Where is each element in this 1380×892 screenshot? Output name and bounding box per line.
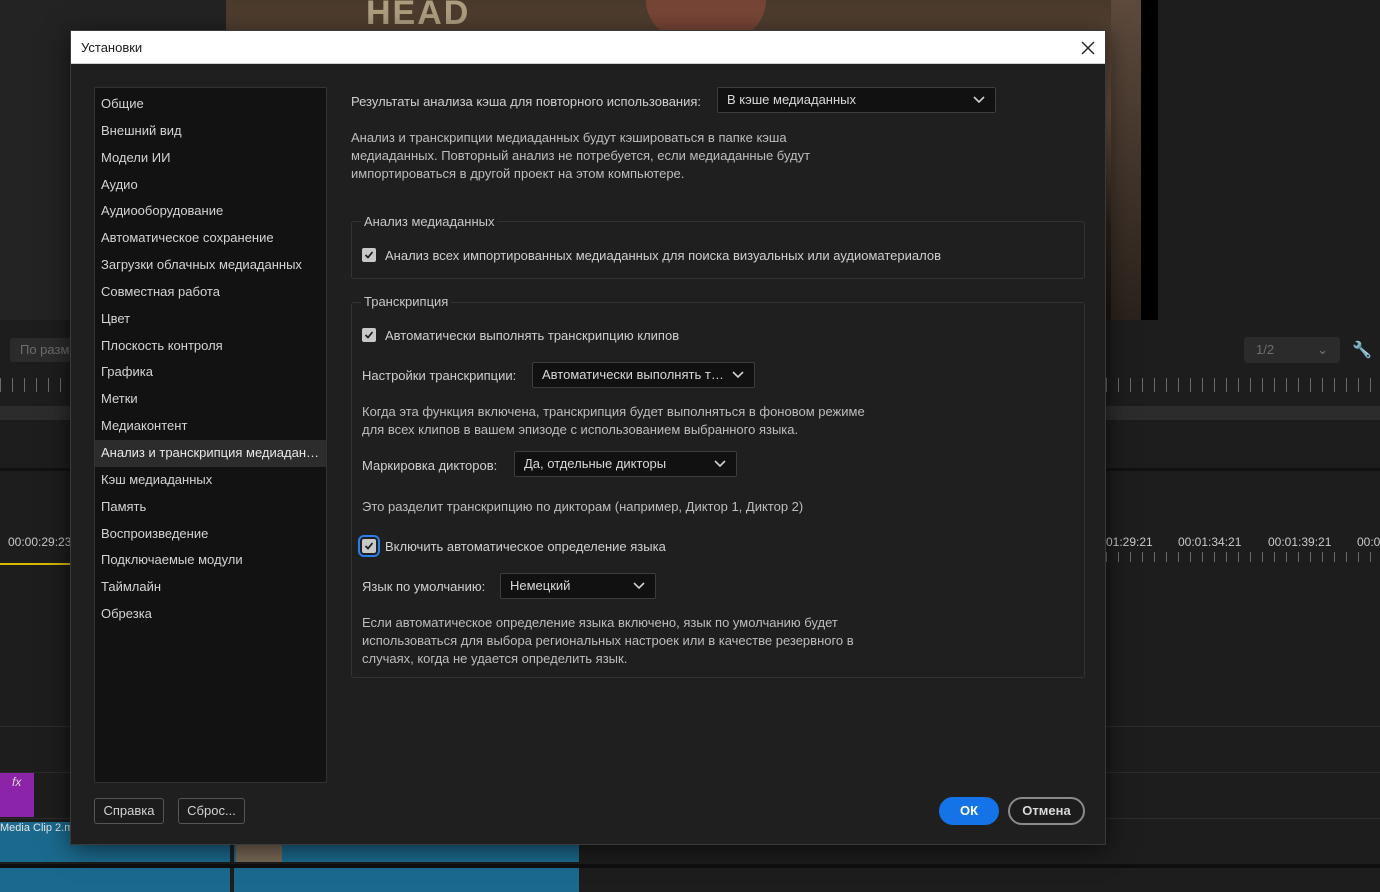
sidebar-item[interactable]: Общие xyxy=(95,91,326,118)
help-button[interactable]: Справка xyxy=(94,798,164,824)
timecode: 00:0 xyxy=(1357,535,1380,549)
speaker-label: Маркировка дикторов: xyxy=(362,458,498,473)
dialog-title: Установки xyxy=(81,40,143,55)
auto-transcribe-label: Автоматически выполнять транскрипцию кли… xyxy=(385,328,680,343)
transcription-settings-dropdown[interactable]: Автоматически выполнять транскрипцию xyxy=(532,362,755,388)
video-overlay-text: HEAD xyxy=(366,0,471,32)
sidebar-item[interactable]: Совместная работа xyxy=(95,279,326,306)
sidebar-item[interactable]: Аудиооборудование xyxy=(95,198,326,225)
monitor-ruler-right xyxy=(1106,378,1380,392)
auto-transcribe-checkbox[interactable] xyxy=(362,328,376,342)
sidebar-list: Общие Внешний вид Модели ИИ Аудио Аудиообору… xyxy=(95,88,326,628)
default-language-description: Если автоматическое определение языка вк… xyxy=(362,615,854,666)
transcription-settings-label: Настройки транскрипции: xyxy=(362,368,517,383)
default-language-dropdown[interactable]: Немецкий xyxy=(500,573,656,599)
reset-button[interactable]: Сброс... xyxy=(178,798,245,824)
audio-clip[interactable] xyxy=(234,868,579,892)
chevron-down-icon: ⌄ xyxy=(1317,342,1328,357)
sidebar-item[interactable]: Загрузки облачных медиаданных xyxy=(95,252,326,279)
cache-label: Результаты анализа кэша для повторного и… xyxy=(351,94,702,109)
analysis-checkbox-label: Анализ всех импортированных медиаданных … xyxy=(385,248,941,263)
timecode: 00:01:34:21 xyxy=(1178,535,1242,549)
speaker-value: Да, отдельные дикторы xyxy=(524,456,667,471)
analysis-checkbox[interactable] xyxy=(362,248,376,262)
sidebar-item[interactable]: Автоматическое сохранение xyxy=(95,225,326,252)
dialog-titlebar[interactable]: Установки xyxy=(71,31,1105,64)
fx-badge: fx xyxy=(12,775,22,789)
sidebar-item[interactable]: Воспроизведение xyxy=(95,521,326,548)
timeline-ruler xyxy=(1106,552,1380,562)
sidebar-item[interactable]: Графика xyxy=(95,359,326,386)
audio-clip[interactable] xyxy=(0,868,230,892)
sidebar-item[interactable]: Медиаконтент xyxy=(95,413,326,440)
cache-dropdown[interactable]: В кэше медиаданных xyxy=(717,87,996,113)
chevron-down-icon xyxy=(631,574,647,598)
sidebar-item[interactable]: Плоскость контроля xyxy=(95,333,326,360)
analysis-group-title: Анализ медиаданных xyxy=(361,214,498,229)
monitor-edge xyxy=(1141,0,1158,320)
sidebar-item[interactable]: Обрезка xyxy=(95,601,326,628)
speaker-dropdown[interactable]: Да, отдельные дикторы xyxy=(514,451,737,477)
sidebar-item[interactable]: Таймлайн xyxy=(95,574,326,601)
resolution-dropdown[interactable]: 1/2 ⌄ xyxy=(1244,337,1340,363)
sidebar-item[interactable]: Анализ и транскрипция медиаданных xyxy=(95,439,326,467)
transcription-settings-value: Автоматически выполнять транскрипцию xyxy=(542,367,724,382)
default-language-label: Язык по умолчанию: xyxy=(362,579,486,594)
language-detect-checkbox[interactable] xyxy=(358,535,380,557)
chevron-down-icon xyxy=(730,363,746,387)
transcription-group-title: Транскрипция xyxy=(361,294,452,309)
cache-value: В кэше медиаданных xyxy=(727,92,856,107)
resolution-value: 1/2 xyxy=(1256,342,1275,357)
language-detect-label: Включить автоматическое определение язык… xyxy=(385,539,666,554)
default-language-value: Немецкий xyxy=(510,578,571,593)
video-edge xyxy=(1111,0,1141,320)
clip-thumbnail xyxy=(236,842,282,862)
close-icon[interactable] xyxy=(1071,31,1105,63)
preferences-sidebar: Общие Внешний вид Модели ИИ Аудио Аудиообору… xyxy=(94,87,327,783)
timecode: 00:00:29:23 xyxy=(8,535,72,549)
sidebar-item[interactable]: Внешний вид xyxy=(95,118,326,145)
sidebar-item[interactable]: Кэш медиаданных xyxy=(95,467,326,494)
timecode: 00:01:39:21 xyxy=(1268,535,1332,549)
clip-name: Media Clip 2.mp xyxy=(0,822,80,834)
sidebar-item[interactable]: Метки xyxy=(95,386,326,413)
work-area-bar[interactable] xyxy=(0,563,70,565)
sidebar-item[interactable]: Аудио xyxy=(95,172,326,199)
ok-button[interactable]: ОК xyxy=(939,797,999,825)
sidebar-item[interactable]: Модели ИИ xyxy=(95,145,326,172)
cache-description: Анализ и транскрипции медиаданных будут … xyxy=(351,130,811,181)
graphic-clip[interactable]: fx xyxy=(0,773,34,817)
speaker-description: Это разделит транскрипцию по дикторам (н… xyxy=(362,499,804,514)
sidebar-item[interactable]: Память xyxy=(95,494,326,521)
monitor-ruler-left xyxy=(0,378,70,392)
timecode: 01:29:21 xyxy=(1106,535,1153,549)
sidebar-item[interactable]: Цвет xyxy=(95,306,326,333)
preferences-dialog: Установки Общие Внешний вид Модели ИИ Аудио… xyxy=(70,30,1106,845)
transcription-settings-description: Когда эта функция включена, транскрипция… xyxy=(362,404,865,437)
chevron-down-icon xyxy=(971,88,987,112)
wrench-icon[interactable]: 🔧 xyxy=(1352,340,1372,360)
chevron-down-icon xyxy=(712,452,728,476)
sidebar-item[interactable]: Подключаемые модули xyxy=(95,547,326,574)
cancel-button[interactable]: Отмена xyxy=(1008,797,1085,825)
